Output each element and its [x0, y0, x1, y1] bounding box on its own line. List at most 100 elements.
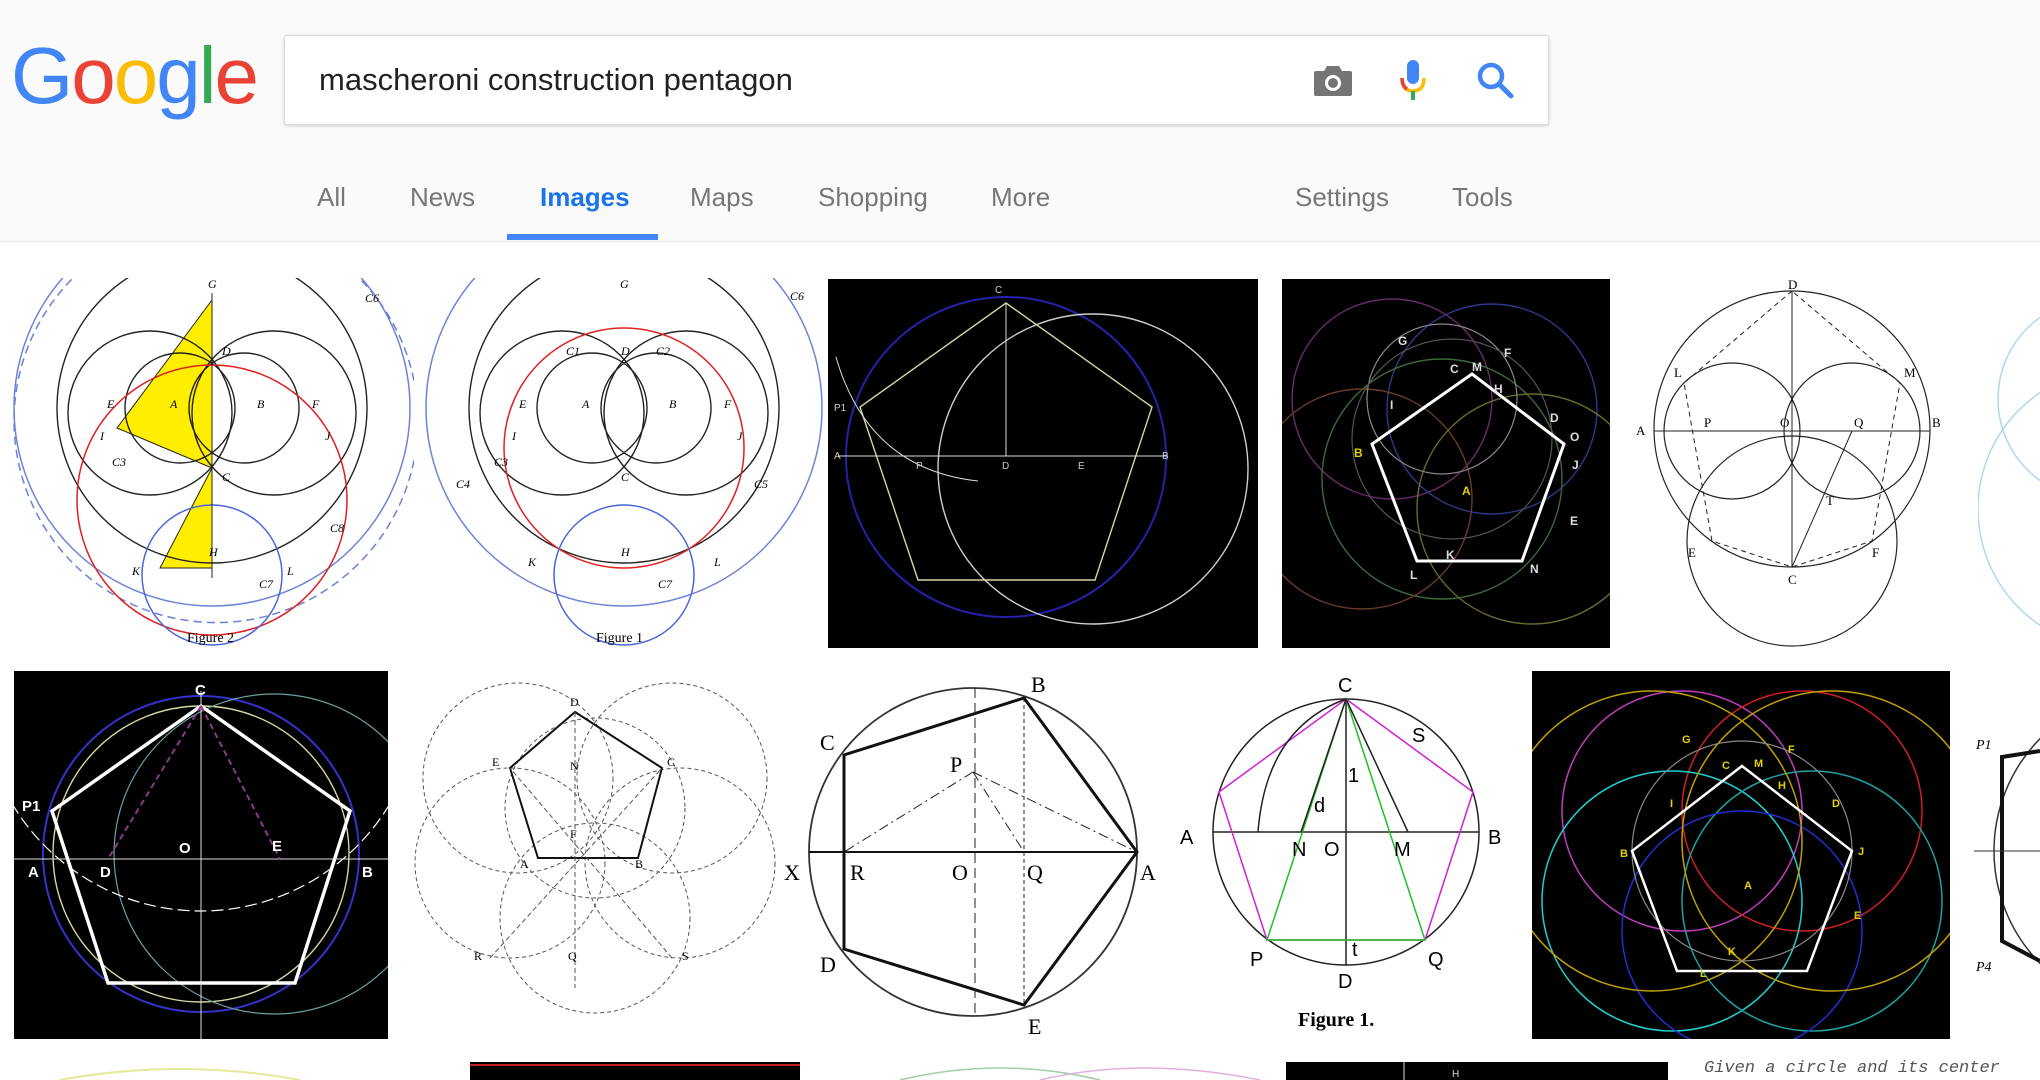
diagram-label: B — [1620, 848, 1628, 860]
diagram-label: P — [1250, 949, 1263, 971]
diagram-label: C — [1338, 675, 1352, 697]
diagram-label: D — [1832, 798, 1840, 810]
diagram-label: C — [667, 755, 675, 769]
diagram-label: Q — [1027, 860, 1043, 885]
diagram-label: M — [1754, 758, 1763, 770]
image-caption: Figure 1 — [596, 631, 643, 646]
diagram-label: I — [1670, 798, 1673, 810]
svg-text:H: H — [1452, 1069, 1459, 1080]
diagram-label: B — [257, 397, 265, 411]
search-input[interactable] — [317, 58, 1221, 102]
diagram-label: G — [208, 278, 217, 291]
image-result[interactable]: P1 P4 — [1974, 671, 2040, 1039]
diagram-label: C — [995, 285, 1002, 296]
diagram-label: J — [737, 429, 743, 443]
image-caption: Figure 2 — [187, 631, 234, 646]
tab-images[interactable]: Images — [540, 182, 630, 213]
diagram-label: E — [106, 397, 115, 411]
image-result[interactable]: C P1 O E A D B — [14, 671, 388, 1039]
diagram-label: M — [1472, 360, 1482, 374]
image-result[interactable]: D L M A P O Q B T E F C — [1632, 279, 1952, 648]
diagram-label: J — [325, 429, 331, 443]
image-result[interactable]: C S 1 d A N O M B P t Q D Figure 1. — [1176, 668, 1516, 1040]
diagram-label: C6 — [790, 289, 804, 303]
tab-settings[interactable]: Settings — [1295, 182, 1389, 213]
diagram-label: K — [1728, 946, 1736, 958]
diagram-label: I — [1390, 398, 1393, 412]
diagram-label: F — [311, 397, 320, 411]
diagram-label: P1 — [834, 403, 847, 414]
image-result[interactable]: G C1 D C2 E A B F I J C K H L C3 C4 C5 C… — [424, 278, 826, 650]
camera-icon[interactable] — [1309, 56, 1357, 104]
diagram-label: L — [286, 564, 294, 578]
diagram-label: A — [1180, 827, 1194, 849]
image-result[interactable]: H — [1286, 1062, 1668, 1080]
diagram-label: M — [1394, 839, 1411, 861]
diagram-label: L — [1700, 968, 1707, 980]
tab-news[interactable]: News — [410, 182, 475, 213]
microphone-icon[interactable] — [1389, 56, 1437, 104]
search-icon[interactable] — [1471, 56, 1519, 104]
google-logo[interactable]: Google — [11, 31, 259, 120]
image-result[interactable]: G F M C H I D O B J A E K L N — [1282, 279, 1610, 648]
diagram-label: O — [952, 860, 968, 885]
diagram-label: A — [1462, 484, 1471, 498]
diagram-label: X — [784, 860, 800, 885]
diagram-label: O — [1780, 415, 1789, 430]
diagram-label: O — [179, 840, 191, 857]
diagram-label: P1 — [22, 798, 40, 815]
diagram-label: C — [820, 730, 835, 755]
diagram-label: I — [99, 429, 105, 443]
image-result[interactable]: G D E A B F I J C K H L C3 C6 C7 C8 Figu… — [12, 278, 414, 650]
diagram-label: C — [1450, 362, 1459, 376]
diagram-label: A — [581, 397, 590, 411]
diagram-label: N — [1292, 839, 1306, 861]
image-result[interactable] — [1978, 279, 2040, 648]
diagram-label: P — [1704, 415, 1711, 430]
diagram-label: A — [1140, 860, 1156, 885]
diagram-label: C7 — [658, 577, 673, 591]
diagram-label: O — [1324, 839, 1340, 861]
image-result[interactable]: G F M C H I D B J A E L K — [1532, 671, 1950, 1039]
tab-maps[interactable]: Maps — [690, 182, 754, 213]
diagram-label: C — [222, 470, 231, 484]
image-result[interactable] — [40, 1062, 420, 1080]
diagram-label: J — [1858, 846, 1864, 858]
active-tab-indicator — [507, 234, 658, 240]
logo-letter: o — [113, 31, 158, 120]
tab-shopping[interactable]: Shopping — [818, 182, 928, 213]
diagram-label: F — [1788, 744, 1795, 756]
logo-letter: g — [156, 31, 200, 120]
diagram-label: D — [1338, 971, 1352, 993]
diagram-label: 1 — [1348, 765, 1359, 787]
diagram-label: J — [1572, 458, 1579, 472]
diagram-label: C3 — [112, 455, 126, 469]
tab-more[interactable]: More — [991, 182, 1050, 213]
diagram-label: G — [620, 278, 629, 291]
diagram-label: C3 — [494, 455, 508, 469]
image-result[interactable]: B C P X R O Q A D E — [780, 668, 1166, 1040]
search-box[interactable] — [284, 35, 1549, 125]
diagram-label: C — [1722, 760, 1730, 772]
diagram-label: K — [131, 564, 141, 578]
diagram-label: D — [570, 695, 579, 709]
image-result[interactable] — [840, 1062, 1280, 1080]
diagram-label: K — [1446, 548, 1455, 562]
diagram-label: F — [723, 397, 732, 411]
image-result[interactable] — [470, 1062, 800, 1080]
diagram-label: d — [1314, 795, 1325, 817]
diagram-label: O — [1570, 430, 1579, 444]
diagram-label: C — [621, 470, 630, 484]
image-result[interactable]: D E C N F A B R Q S — [410, 668, 780, 1040]
image-result[interactable]: C P1 A P D E B — [828, 279, 1258, 648]
image-result[interactable]: Given a circle and its center — [1700, 1058, 2040, 1080]
result-snippet: Given a circle and its center — [1704, 1059, 2000, 1078]
diagram-label: D — [100, 864, 111, 881]
tab-all[interactable]: All — [317, 182, 346, 213]
diagram-label: F — [1872, 545, 1879, 560]
diagram-label: D — [820, 952, 836, 977]
tab-tools[interactable]: Tools — [1452, 182, 1513, 213]
diagram-label: G — [1682, 734, 1691, 746]
diagram-label: A — [834, 451, 841, 462]
diagram-label: C2 — [656, 344, 670, 358]
